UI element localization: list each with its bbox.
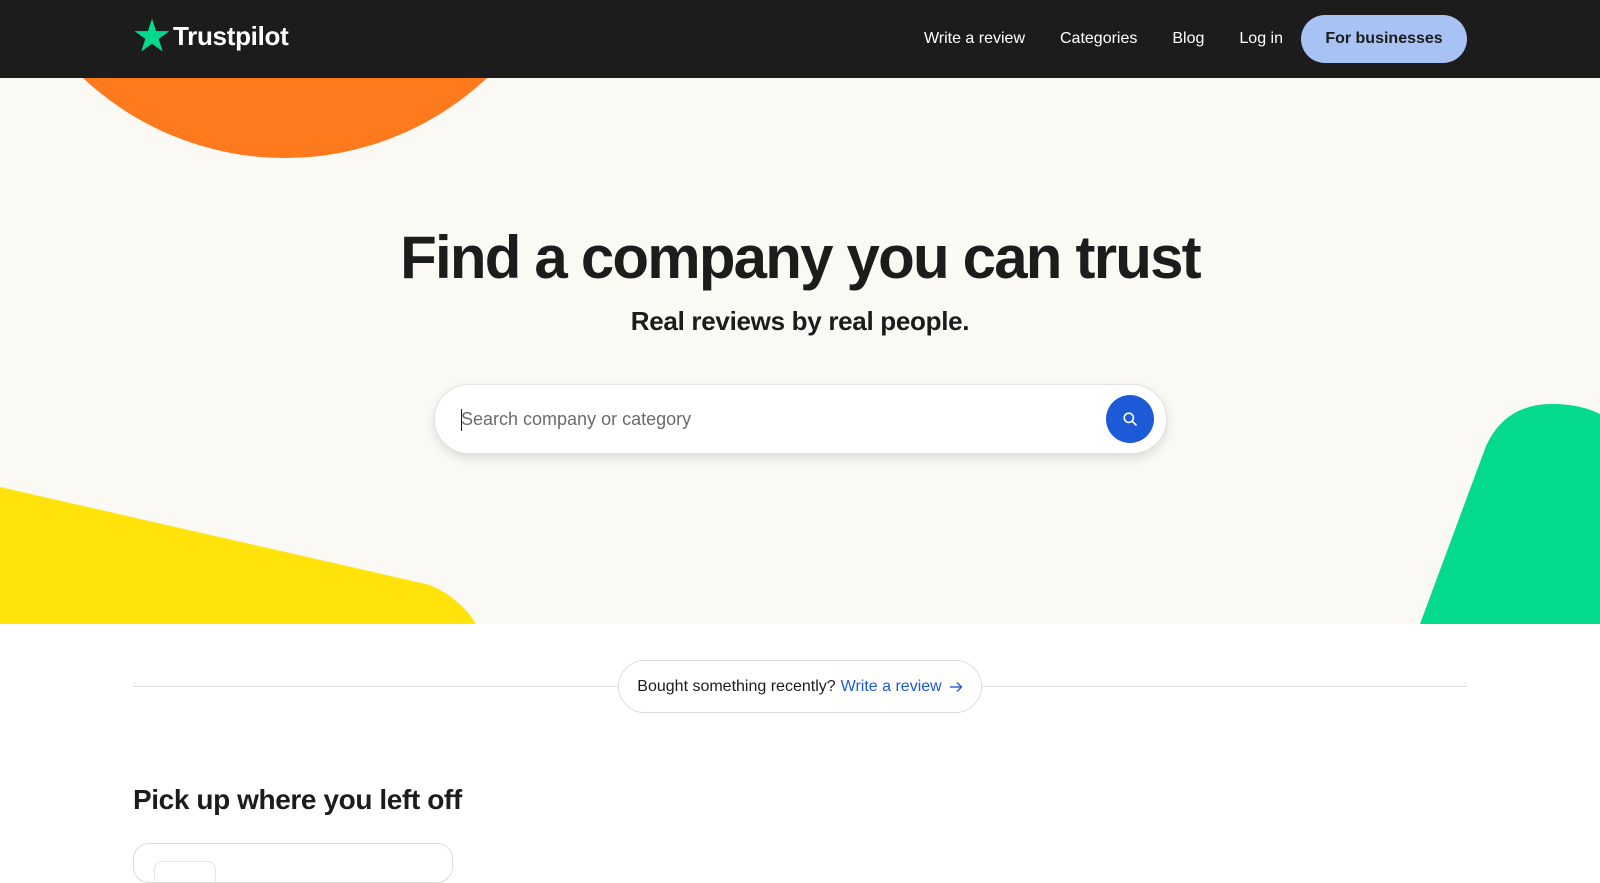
search-button[interactable] [1106, 395, 1154, 443]
company-logo-placeholder [154, 861, 216, 881]
search-input[interactable] [461, 385, 1081, 453]
yellow-wedge-shape [0, 487, 476, 624]
search-bar [434, 384, 1167, 454]
search-icon [1123, 412, 1137, 426]
star-icon [134, 18, 170, 52]
hero-subtitle: Real reviews by real people. [630, 306, 970, 336]
for-businesses-button[interactable]: For businesses [1301, 15, 1467, 63]
hero-title: Find a company you can trust [400, 224, 1202, 291]
write-review-banner: Bought something recently? Write a revie… [618, 660, 982, 713]
hero-section: Find a company you can trust Real review… [0, 78, 1600, 624]
banner-text: Bought something recently? [637, 677, 836, 695]
trustpilot-logo[interactable]: Trustpilot [133, 17, 289, 55]
arrow-right-icon [949, 681, 963, 692]
top-navigation-bar: Trustpilot Write a review Categories Blo… [0, 0, 1600, 78]
decorative-shapes [0, 78, 1600, 624]
section-title-recent: Pick up where you left off [133, 784, 462, 815]
nav-categories[interactable]: Categories [1060, 15, 1137, 63]
main-nav: Write a review Categories Blog Log in Fo… [924, 15, 1467, 63]
banner-write-review-link[interactable]: Write a review [841, 678, 963, 696]
recent-company-card[interactable] [133, 843, 453, 883]
nav-log-in[interactable]: Log in [1239, 15, 1283, 63]
nav-blog[interactable]: Blog [1172, 15, 1204, 63]
nav-write-a-review[interactable]: Write a review [924, 15, 1025, 63]
text-caret [461, 409, 462, 431]
banner-link-label: Write a review [840, 677, 942, 695]
green-arch-shape [1420, 404, 1600, 624]
orange-circle-shape [83, 78, 487, 158]
logo-text: Trustpilot [173, 21, 289, 51]
